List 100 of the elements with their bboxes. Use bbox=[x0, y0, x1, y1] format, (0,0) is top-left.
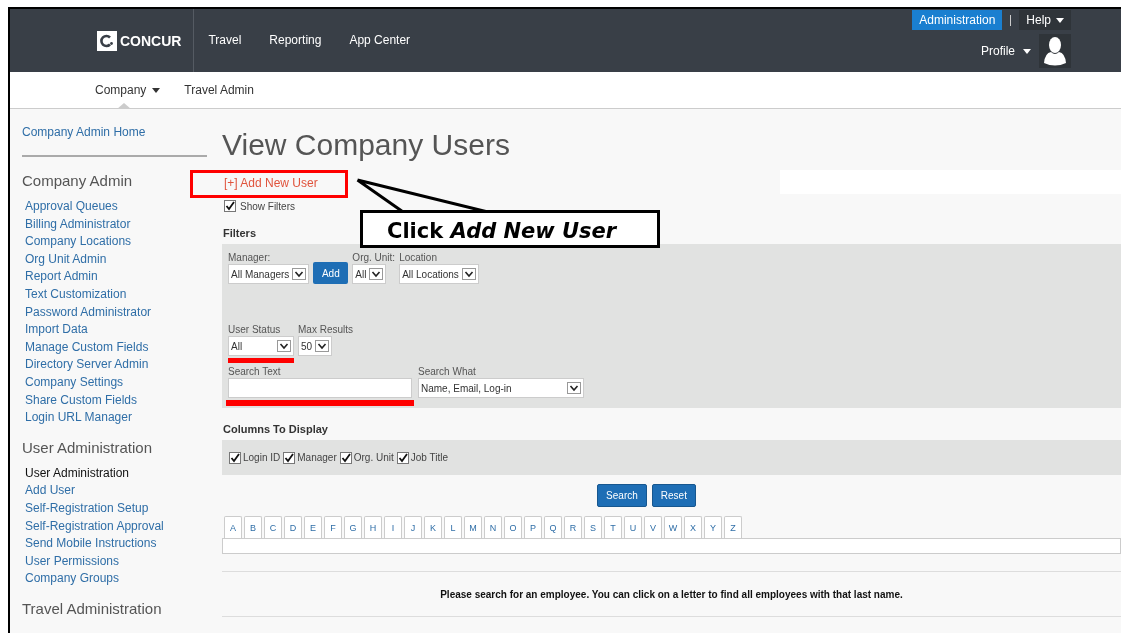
letter-tab[interactable]: S bbox=[584, 516, 602, 538]
action-button[interactable]: Reset bbox=[651, 484, 696, 507]
sidebar-item[interactable]: Add User bbox=[22, 482, 207, 500]
search-field[interactable] bbox=[228, 378, 412, 398]
letter-tab[interactable]: X bbox=[684, 516, 702, 538]
sidebar-item[interactable]: Company Settings bbox=[22, 373, 207, 392]
checkbox[interactable] bbox=[283, 451, 296, 464]
profile-menu[interactable]: Profile bbox=[981, 44, 1031, 58]
letter-tab[interactable]: N bbox=[484, 516, 502, 538]
dropdown[interactable]: All bbox=[228, 336, 294, 356]
dropdown[interactable]: All Locations bbox=[399, 264, 479, 284]
nav-link[interactable]: App Center bbox=[335, 33, 425, 47]
sidebar-item[interactable]: Billing Administrator bbox=[22, 215, 207, 234]
nav-link[interactable]: Travel bbox=[194, 33, 256, 47]
letter-tab[interactable]: V bbox=[644, 516, 662, 538]
letter-tab[interactable]: L bbox=[444, 516, 462, 538]
callout-box: Click Add New User bbox=[360, 210, 660, 248]
checkbox[interactable] bbox=[396, 451, 409, 464]
checkbox-label: Job Title bbox=[410, 452, 448, 463]
letter-tab[interactable]: O bbox=[504, 516, 522, 538]
letter-tab[interactable]: Y bbox=[704, 516, 722, 538]
section-title: Travel Administration bbox=[22, 599, 163, 617]
sidebar-item[interactable]: Directory Server Admin bbox=[22, 356, 207, 374]
checkbox[interactable] bbox=[229, 451, 241, 464]
letter-tab[interactable]: W bbox=[664, 516, 682, 538]
letter-tab[interactable]: Z bbox=[724, 516, 742, 538]
dropdown[interactable]: Name, Email, Log-in bbox=[418, 378, 584, 398]
letter-tab[interactable]: G bbox=[344, 516, 362, 538]
sidebar-link[interactable]: Company Admin Home bbox=[22, 125, 207, 139]
section-title: Company Admin bbox=[22, 172, 134, 189]
letter-tab[interactable]: T bbox=[604, 516, 622, 538]
sidebar-item[interactable]: Company Locations bbox=[22, 233, 207, 251]
underline-mark bbox=[228, 358, 294, 363]
checkbox-label: Login ID bbox=[243, 452, 281, 463]
sidebar-item[interactable]: Org Unit Admin bbox=[22, 250, 207, 269]
field-label: Max Results bbox=[298, 324, 353, 335]
sidebar-item[interactable]: Text Customization bbox=[22, 285, 207, 304]
dropdown[interactable]: 50 bbox=[298, 336, 333, 356]
page-title: View Company Users bbox=[222, 128, 511, 162]
sidebar-item[interactable]: Password Administrator bbox=[22, 303, 207, 322]
sidebar-item[interactable]: Import Data bbox=[22, 321, 207, 339]
dropdown[interactable]: All Managers bbox=[228, 264, 310, 284]
avatar-icon[interactable] bbox=[1039, 34, 1071, 68]
sidebar-item[interactable]: Share Custom Fields bbox=[22, 391, 207, 410]
chevron-icon bbox=[277, 340, 291, 352]
letter-tab[interactable]: B bbox=[244, 516, 262, 538]
header-link[interactable]: Administration bbox=[912, 10, 1003, 30]
letter-tab[interactable]: P bbox=[524, 516, 542, 538]
nav-link[interactable]: Reporting bbox=[255, 33, 336, 47]
subnav-tab[interactable]: Travel Admin bbox=[184, 72, 254, 108]
chevron-icon bbox=[315, 340, 330, 352]
letter-tab[interactable]: U bbox=[624, 516, 642, 538]
chevron-icon bbox=[567, 382, 581, 394]
field-label: Search What bbox=[418, 366, 476, 377]
sidebar-item[interactable]: Company Groups bbox=[22, 570, 207, 588]
sidebar-item[interactable]: Manage Custom Fields bbox=[22, 338, 207, 357]
section-heading: Columns To Display bbox=[223, 423, 328, 435]
subnav-tab[interactable]: Company bbox=[95, 72, 161, 108]
info-message: Please search for an employee. You can click on a letter to find all employees with that last name. bbox=[222, 571, 1121, 617]
logo-text: CONCUR bbox=[120, 32, 182, 49]
field-label: User Status bbox=[228, 324, 281, 335]
letter-tab[interactable]: D bbox=[284, 516, 302, 538]
letter-tab[interactable]: A bbox=[224, 516, 242, 538]
letter-tab[interactable]: F bbox=[324, 516, 342, 538]
checkbox[interactable] bbox=[339, 451, 352, 464]
field-label: Org. Unit: bbox=[352, 252, 396, 263]
checkbox[interactable] bbox=[224, 200, 236, 212]
letter-tab[interactable]: C bbox=[264, 516, 282, 538]
sidebar-item[interactable]: Report Admin bbox=[22, 268, 207, 286]
chevron-icon bbox=[292, 268, 307, 280]
letter-tab[interactable]: E bbox=[304, 516, 322, 538]
section-title: User Administration bbox=[22, 438, 154, 456]
field-label: Location bbox=[399, 252, 437, 263]
caret-icon bbox=[1023, 48, 1031, 54]
header-link[interactable]: Help bbox=[1019, 10, 1071, 30]
letter-tab[interactable]: H bbox=[364, 516, 382, 538]
checkbox-label: Show Filters bbox=[240, 200, 295, 212]
action-button[interactable]: Search bbox=[597, 484, 647, 507]
field-label: Manager: bbox=[228, 252, 271, 263]
sidebar-item[interactable]: User Administration bbox=[22, 464, 207, 483]
letter-tab[interactable]: K bbox=[424, 516, 442, 538]
field-label: Search Text bbox=[228, 366, 281, 377]
logo-icon bbox=[97, 30, 117, 51]
sidebar-item[interactable]: Self-Registration Setup bbox=[22, 499, 207, 518]
letter-tab[interactable]: I bbox=[384, 516, 402, 538]
letter-tab[interactable]: R bbox=[564, 516, 582, 538]
sidebar-item[interactable]: Login URL Manager bbox=[22, 409, 207, 427]
letter-tab[interactable]: Q bbox=[544, 516, 562, 538]
dropdown[interactable]: All bbox=[352, 264, 387, 284]
letter-tab[interactable]: J bbox=[404, 516, 422, 538]
sidebar-item[interactable]: Self-Registration Approval bbox=[22, 517, 207, 536]
sidebar-item[interactable]: Approval Queues bbox=[22, 198, 207, 216]
sidebar-item[interactable]: Send Mobile Instructions bbox=[22, 535, 207, 553]
checkbox-label: Org. Unit bbox=[353, 452, 394, 463]
sidebar-item[interactable]: User Permissions bbox=[22, 552, 207, 571]
chevron-icon bbox=[369, 268, 384, 280]
add-button[interactable]: Add bbox=[313, 262, 349, 284]
letter-tab[interactable]: M bbox=[464, 516, 482, 538]
section-heading: Filters bbox=[223, 227, 256, 239]
chevron-icon bbox=[461, 268, 476, 280]
